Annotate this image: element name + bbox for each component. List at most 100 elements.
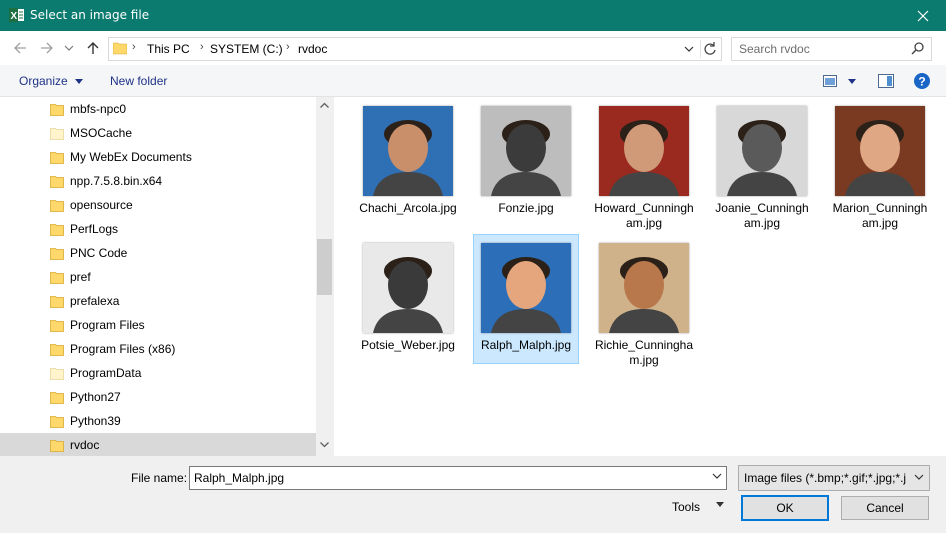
sidebar-item[interactable]: prefalexa <box>0 289 316 313</box>
file-type-value: Image files (*.bmp;*.gif;*.jpg;*.j <box>744 471 907 485</box>
view-icon <box>823 75 837 87</box>
file-name: Richie_Cunningham.jpg <box>594 338 694 367</box>
refresh-icon[interactable] <box>700 40 719 58</box>
close-button[interactable] <box>900 0 946 31</box>
folder-icon <box>50 296 64 308</box>
folder-icon <box>50 344 64 356</box>
folder-icon <box>50 128 64 140</box>
sidebar-item-label: My WebEx Documents <box>70 150 192 164</box>
address-bar[interactable]: › This PC › SYSTEM (C:) › rvdoc <box>108 37 722 61</box>
tools-button[interactable]: Tools <box>672 500 724 514</box>
help-icon[interactable]: ? <box>914 73 930 89</box>
sidebar-item[interactable]: My WebEx Documents <box>0 145 316 169</box>
chevron-down-icon[interactable] <box>64 40 74 56</box>
title-bar: X Select an image file <box>0 0 946 31</box>
sidebar-item[interactable]: pref <box>0 265 316 289</box>
file-name: Marion_Cunningham.jpg <box>832 201 928 230</box>
navigation-pane[interactable]: mbfs-npc0 MSOCache My WebEx Documents npp.7… <box>0 97 333 457</box>
breadcrumb-rvdoc[interactable]: rvdoc <box>298 42 327 56</box>
scrollbar-thumb[interactable] <box>317 239 332 295</box>
cancel-button[interactable]: Cancel <box>841 496 929 520</box>
breadcrumb-system-c[interactable]: SYSTEM (C:) <box>210 42 283 56</box>
new-folder-button[interactable]: New folder <box>110 74 167 88</box>
file-item[interactable]: Richie_Cunningham.jpg <box>592 235 696 368</box>
breadcrumb-this-pc[interactable]: This PC <box>147 42 190 56</box>
sidebar-item-label: ProgramData <box>70 366 142 380</box>
sidebar-item-label: Python27 <box>70 390 121 404</box>
folder-icon <box>50 368 64 380</box>
sidebar-item-label: Program Files (x86) <box>70 342 176 356</box>
sidebar-item[interactable]: PNC Code <box>0 241 316 265</box>
filename-value: Ralph_Malph.jpg <box>194 471 285 485</box>
window-title: Select an image file <box>30 8 150 22</box>
breadcrumb-separator: › <box>200 41 204 53</box>
search-placeholder: Search rvdoc <box>739 42 810 56</box>
sidebar-item[interactable]: PerfLogs <box>0 217 316 241</box>
sidebar-item[interactable]: Program Files (x86) <box>0 337 316 361</box>
file-type-filter[interactable]: Image files (*.bmp;*.gif;*.jpg;*.j <box>738 465 930 491</box>
search-input[interactable]: Search rvdoc <box>731 37 932 61</box>
image-thumbnail <box>363 106 453 196</box>
preview-pane-icon[interactable] <box>878 74 894 88</box>
navigation-scrollbar[interactable] <box>316 97 333 456</box>
navigation-bar: › This PC › SYSTEM (C:) › rvdoc Search r… <box>0 31 946 65</box>
folder-icon <box>50 200 64 212</box>
scroll-up-icon[interactable] <box>320 102 329 108</box>
tools-label: Tools <box>672 500 701 514</box>
svg-text:X: X <box>11 11 18 22</box>
image-thumbnail <box>481 243 571 333</box>
excel-icon: X <box>9 8 24 22</box>
folder-icon <box>50 392 64 404</box>
file-item[interactable]: Chachi_Arcola.jpg <box>356 98 460 216</box>
file-list-pane[interactable]: Chachi_Arcola.jpg Fonzie.jpg Howard_Cunnin… <box>334 97 946 456</box>
file-item[interactable]: Joanie_Cunningham.jpg <box>710 98 814 231</box>
file-name: Joanie_Cunningham.jpg <box>715 201 809 230</box>
chevron-down-icon <box>914 474 924 480</box>
search-icon <box>911 42 924 55</box>
folder-icon <box>50 416 64 428</box>
file-item[interactable]: Fonzie.jpg <box>474 98 578 216</box>
command-bar: Organize New folder ? <box>0 65 946 97</box>
back-arrow-icon[interactable] <box>12 40 28 56</box>
image-thumbnail <box>363 243 453 333</box>
folder-icon <box>113 42 127 55</box>
file-item[interactable]: Marion_Cunningham.jpg <box>828 98 932 231</box>
sidebar-item[interactable]: Python27 <box>0 385 316 409</box>
sidebar-item-label: rvdoc <box>70 438 100 452</box>
image-thumbnail <box>599 106 689 196</box>
breadcrumb-separator: › <box>132 41 136 53</box>
file-name: Chachi_Arcola.jpg <box>359 201 457 215</box>
view-options-button[interactable] <box>823 73 859 89</box>
chevron-down-icon <box>75 79 84 84</box>
filename-label: File name: <box>131 471 188 485</box>
sidebar-item-label: opensource <box>70 198 133 212</box>
file-name: Potsie_Weber.jpg <box>361 338 455 352</box>
sidebar-item[interactable]: Program Files <box>0 313 316 337</box>
breadcrumb-separator: › <box>286 41 290 53</box>
sidebar-item[interactable]: npp.7.5.8.bin.x64 <box>0 169 316 193</box>
organize-button[interactable]: Organize <box>19 74 84 88</box>
chevron-down-icon[interactable] <box>712 471 722 481</box>
sidebar-item[interactable]: mbfs-npc0 <box>0 97 316 121</box>
ok-button[interactable]: OK <box>741 495 829 521</box>
filename-input[interactable]: Ralph_Malph.jpg <box>189 466 727 490</box>
address-dropdown-icon[interactable] <box>681 40 697 58</box>
sidebar-item-label: pref <box>70 270 91 284</box>
file-item[interactable]: Ralph_Malph.jpg <box>473 234 579 364</box>
file-item[interactable]: Howard_Cunningham.jpg <box>592 98 696 231</box>
forward-arrow-icon[interactable] <box>39 40 55 56</box>
organize-label: Organize <box>19 74 68 88</box>
sidebar-item[interactable]: ProgramData <box>0 361 316 385</box>
chevron-down-icon <box>716 502 724 507</box>
file-item[interactable]: Potsie_Weber.jpg <box>356 235 460 353</box>
sidebar-item[interactable]: Python39 <box>0 409 316 433</box>
scroll-down-icon[interactable] <box>320 442 329 448</box>
up-arrow-icon[interactable] <box>85 40 101 56</box>
sidebar-item[interactable]: opensource <box>0 193 316 217</box>
folder-icon <box>50 320 64 332</box>
sidebar-item-label: Program Files <box>70 318 145 332</box>
sidebar-item-label: prefalexa <box>70 294 120 308</box>
sidebar-item[interactable]: MSOCache <box>0 121 316 145</box>
sidebar-item-label: npp.7.5.8.bin.x64 <box>70 174 163 188</box>
sidebar-item[interactable]: rvdoc <box>0 433 316 457</box>
